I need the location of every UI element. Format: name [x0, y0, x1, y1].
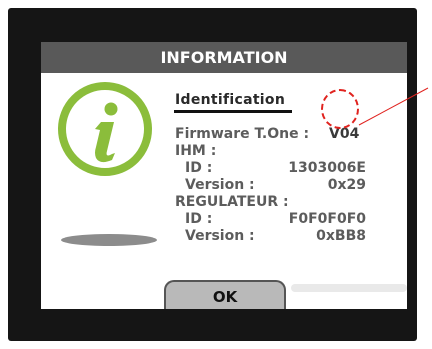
dialog-title: INFORMATION: [41, 42, 407, 73]
heading-underline: [174, 110, 292, 113]
ok-button[interactable]: OK: [164, 280, 286, 309]
information-dialog: INFORMATION Identification Firmware T.On…: [41, 42, 407, 309]
regulateur-id-value: F0F0F0F0: [288, 211, 366, 227]
button-shadow-strip: [291, 284, 407, 292]
regulateur-id-label: ID :: [185, 211, 213, 227]
ihm-version-value: 0x29: [327, 177, 366, 193]
identification-heading: Identification: [175, 92, 286, 108]
regulateur-label: REGULATEUR :: [175, 194, 289, 210]
ihm-version-label: Version :: [185, 177, 255, 193]
dashed-circle-annotation: [321, 89, 359, 129]
ihm-id-value: 1303006E: [288, 160, 366, 176]
firmware-value: V04: [329, 126, 360, 142]
regulateur-version-value: 0xBB8: [316, 228, 366, 244]
ihm-id-label: ID :: [185, 160, 213, 176]
info-icon: [58, 82, 152, 176]
regulateur-version-label: Version :: [185, 228, 255, 244]
icon-shadow: [61, 234, 157, 246]
ihm-label: IHM :: [175, 143, 217, 159]
firmware-label: Firmware T.One :: [175, 126, 310, 142]
